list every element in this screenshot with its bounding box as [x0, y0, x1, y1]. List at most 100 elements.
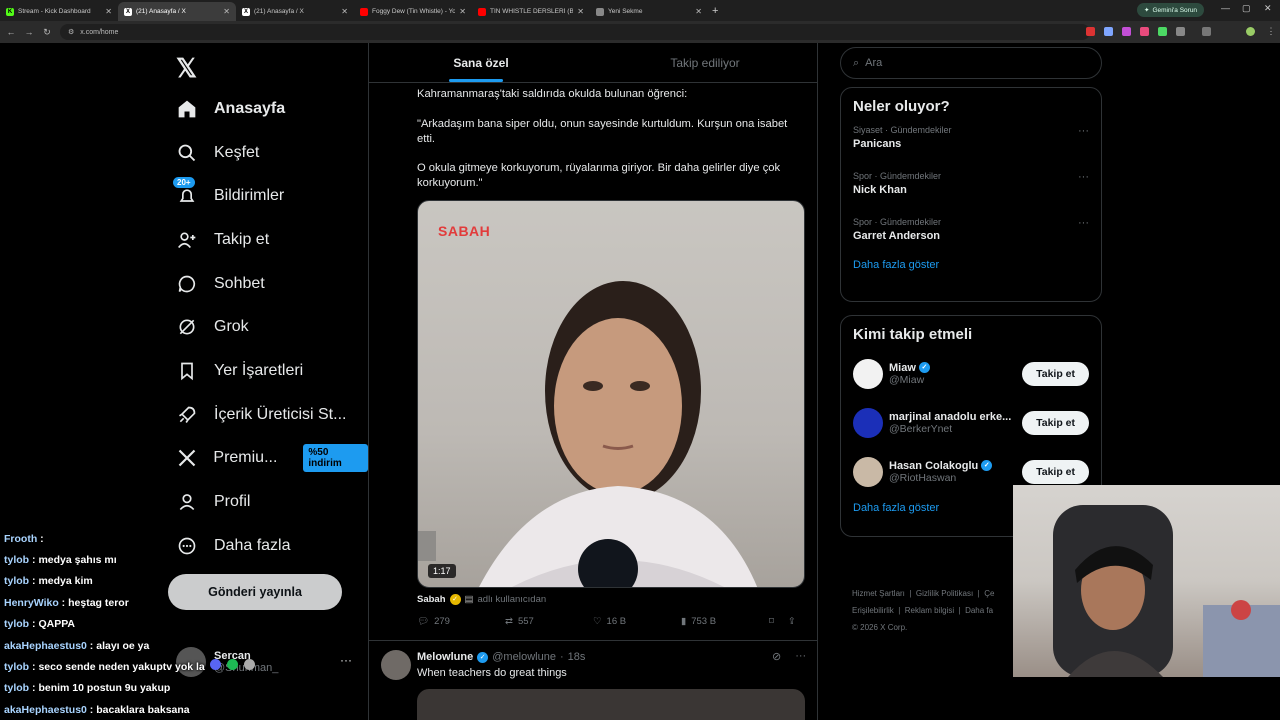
extension-icon[interactable] — [1104, 27, 1113, 36]
close-tab-icon[interactable]: ✕ — [577, 7, 584, 16]
favicon-icon — [478, 7, 486, 16]
close-tab-icon[interactable]: ✕ — [459, 7, 466, 16]
trend-item[interactable]: Spor · Gündemdekiler Garret Anderson ··· — [841, 213, 1101, 259]
minimize-icon[interactable]: — — [1221, 3, 1230, 13]
close-icon[interactable]: ✕ — [1264, 3, 1272, 14]
trend-name: Panicans — [853, 138, 902, 150]
home-icon — [176, 98, 198, 120]
share-icon[interactable]: ⇪ — [788, 616, 796, 627]
maximize-icon[interactable]: ▢ — [1242, 3, 1251, 14]
gemini-button[interactable]: ✦ Gemini'a Sorun — [1137, 3, 1205, 17]
browser-tab[interactable]: Foggy Dew (Tin Whistle) - YouT ✕ — [354, 2, 472, 21]
tab-for-you[interactable]: Sana özel — [369, 43, 593, 82]
trend-item[interactable]: Siyaset · Gündemdekiler Panicans ··· — [841, 121, 1101, 167]
tweet-divider — [369, 640, 817, 641]
more-icon[interactable]: ··· — [1078, 171, 1089, 183]
tweet-video[interactable]: SABAH 1:17 — [417, 200, 805, 588]
footer-link[interactable]: Reklam bilgisi — [905, 606, 954, 615]
webcam-frame — [1053, 505, 1280, 677]
like-button[interactable]: ♡ 16 B — [593, 616, 681, 627]
browser-tab[interactable]: X (21) Anasayfa / X ✕ — [236, 2, 354, 21]
forward-icon[interactable]: → — [20, 27, 38, 37]
webcam-overlay — [1013, 485, 1280, 677]
suggestion-handle: @BerkerYnet — [889, 422, 953, 435]
tweet-media[interactable] — [417, 689, 805, 720]
browser-tab[interactable]: X (21) Anasayfa / X ✕ — [118, 2, 236, 21]
chat-message: tylob : medya şahıs mı — [4, 554, 117, 567]
avatar[interactable] — [853, 358, 883, 389]
reply-button[interactable]: 💬︎ 279 — [417, 616, 505, 627]
follow-button[interactable]: Takip et — [1022, 410, 1089, 435]
close-tab-icon[interactable]: ✕ — [223, 7, 230, 16]
repost-button[interactable]: ⇄ 557 — [505, 616, 593, 627]
more-icon[interactable]: ··· — [795, 650, 806, 663]
more-icon[interactable]: ··· — [1078, 125, 1089, 137]
show-more-link[interactable]: Daha fazla göster — [841, 259, 1101, 281]
footer-link[interactable]: Erişilebilirlik — [852, 606, 894, 615]
extension-icon[interactable] — [1140, 27, 1149, 36]
sparkle-icon: ✦ — [1144, 7, 1150, 14]
x-logo-icon[interactable]: 𝕏 — [176, 53, 197, 84]
close-tab-icon[interactable]: ✕ — [341, 7, 348, 16]
close-tab-icon[interactable]: ✕ — [105, 7, 112, 16]
extension-icon[interactable] — [1122, 27, 1131, 36]
follow-suggestion[interactable]: Miaw ✓ @Miaw Takip et — [841, 349, 1101, 398]
stream-chat-overlay: Frooth : tylob : medya şahıs mı tylob : m… — [4, 528, 244, 720]
chat-message: tylob : seco sende neden yakuptv yok la — [4, 661, 205, 674]
author-name[interactable]: Melowlune — [417, 651, 473, 663]
grok-icon[interactable]: ⊘ — [772, 650, 781, 663]
tab-following[interactable]: Takip ediliyor — [593, 43, 817, 82]
close-tab-icon[interactable]: ✕ — [695, 7, 702, 16]
sidebar-item[interactable]: Takip et — [168, 218, 368, 262]
sidebar-item[interactable]: Grok — [168, 305, 368, 349]
sidebar-item[interactable]: 20+ Bildirimler — [168, 174, 368, 218]
avatar[interactable] — [381, 650, 411, 680]
trend-item[interactable]: Spor · Gündemdekiler Nick Khan ··· — [841, 167, 1101, 213]
news-icon: ▤ — [464, 594, 474, 605]
new-tab-button[interactable]: + — [712, 5, 718, 17]
sidebar-item[interactable]: Keşfet — [168, 131, 368, 175]
source-attribution[interactable]: Sabah ✓ ▤ adlı kullanıcıdan — [417, 594, 546, 605]
sidepanel-icon[interactable] — [1202, 27, 1211, 36]
sidebar-item[interactable]: Premiu... %50 indirim — [168, 437, 368, 481]
tab-strip: K Stream - Kick Dashboard ✕ X (21) Anasay… — [0, 0, 708, 21]
browser-tab[interactable]: K Stream - Kick Dashboard ✕ — [0, 2, 118, 21]
more-icon[interactable]: ··· — [1078, 217, 1089, 229]
sidebar-item[interactable]: Sohbet — [168, 262, 368, 306]
media-watermark: SABAH — [438, 223, 491, 239]
tweet-time[interactable]: 18s — [568, 651, 586, 663]
tweet-actions: 💬︎ 279 ⇄ 557 ♡ 16 B ▮ 753 B ⌑ ⇪ — [417, 616, 805, 627]
sidebar-item[interactable]: İçerik Üreticisi St... — [168, 393, 368, 437]
chat-username: tylob — [4, 575, 30, 588]
browser-tab[interactable]: TIN WHISTLE DERSLERİ (B ✕ — [472, 2, 590, 21]
footer-link[interactable]: Gizlilik Politikası — [916, 589, 973, 598]
sidebar-item[interactable]: Profil — [168, 480, 368, 524]
reload-icon[interactable]: ↻ — [38, 27, 56, 38]
extension-icon[interactable] — [1158, 27, 1167, 36]
menu-icon[interactable]: ⋮ — [1262, 26, 1280, 37]
follow-suggestion[interactable]: marjinal anadolu erke... @BerkerYnet Tak… — [841, 398, 1101, 447]
extension-icon[interactable] — [1176, 27, 1185, 36]
video-frame — [418, 281, 758, 587]
sidebar-item[interactable]: Anasayfa — [168, 87, 368, 131]
avatar[interactable] — [1246, 27, 1255, 36]
views-button[interactable]: ▮ 753 B — [681, 616, 769, 627]
follow-button[interactable]: Takip et — [1022, 459, 1089, 484]
search-input[interactable]: ⌕ Ara — [840, 47, 1102, 79]
more-icon[interactable]: ··· — [340, 653, 352, 667]
bookmark-icon[interactable]: ⌑ — [769, 616, 774, 627]
favicon-icon: X — [242, 7, 250, 16]
favicon-icon — [360, 7, 368, 16]
footer-link[interactable]: Daha fa — [965, 606, 993, 615]
author-handle[interactable]: @melowlune — [492, 651, 556, 663]
footer-link[interactable]: Hizmet Şartları — [852, 589, 905, 598]
browser-tab[interactable]: Yeni Sekme ✕ — [590, 2, 708, 21]
footer-link[interactable]: Çe — [984, 589, 994, 598]
url-input[interactable]: ⚙ x.com/home — [60, 24, 1090, 40]
extension-icon[interactable] — [1086, 27, 1095, 36]
sidebar-item[interactable]: Yer İşaretleri — [168, 349, 368, 393]
follow-button[interactable]: Takip et — [1022, 361, 1089, 386]
avatar[interactable] — [853, 407, 883, 438]
back-icon[interactable]: ← — [2, 27, 20, 37]
avatar[interactable] — [853, 456, 883, 487]
